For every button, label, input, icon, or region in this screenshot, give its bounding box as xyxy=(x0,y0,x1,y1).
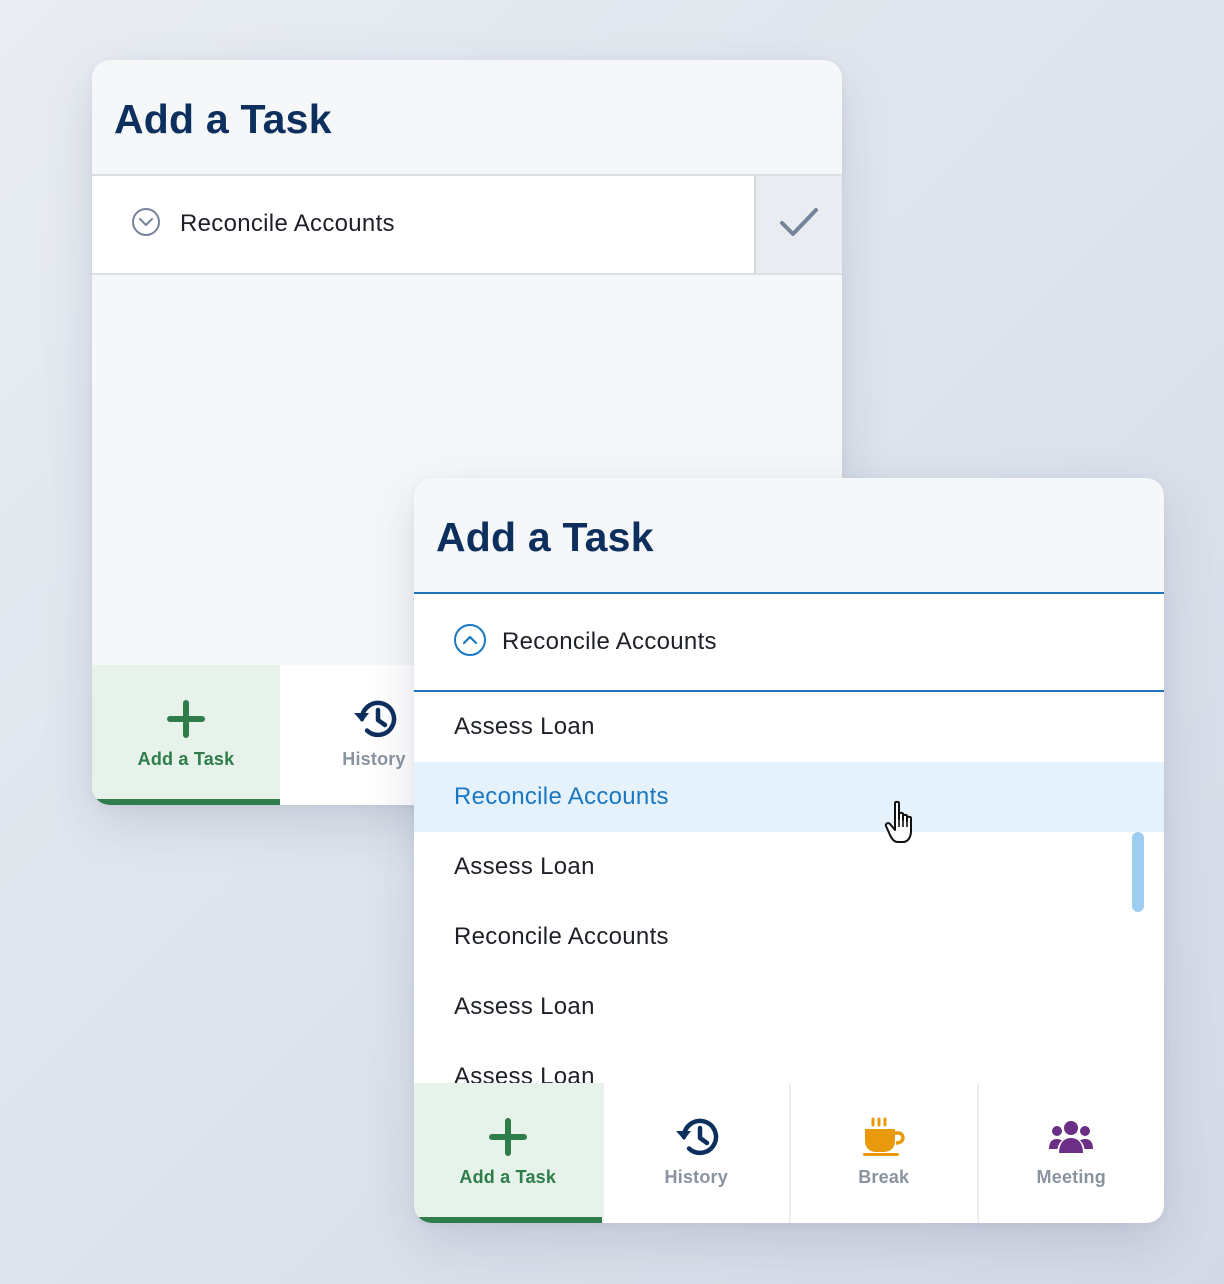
page-title: Add a Task xyxy=(436,514,654,560)
nav-history[interactable]: History xyxy=(601,1083,790,1223)
nav-label: History xyxy=(664,1167,728,1187)
option-item[interactable]: Assess Loan xyxy=(414,972,1164,1042)
task-select-value: Reconcile Accounts xyxy=(180,210,395,237)
option-item[interactable]: Assess Loan xyxy=(414,1042,1164,1083)
hand-pointer-cursor-icon xyxy=(884,800,922,853)
nav-label: History xyxy=(342,749,406,769)
plus-icon xyxy=(488,1117,527,1157)
bottom-nav: Add a Task History Break Meeting xyxy=(414,1083,1164,1223)
chevron-up-icon xyxy=(454,624,486,656)
confirm-button[interactable] xyxy=(754,176,842,273)
scrollbar-thumb[interactable] xyxy=(1132,832,1144,912)
nav-label: Add a Task xyxy=(137,749,235,769)
nav-label: Meeting xyxy=(1036,1167,1106,1187)
nav-add-task[interactable]: Add a Task xyxy=(92,665,280,805)
coffee-cup-icon xyxy=(862,1117,906,1157)
nav-break[interactable]: Break xyxy=(789,1083,977,1223)
task-select-value: Reconcile Accounts xyxy=(502,628,717,655)
people-group-icon xyxy=(1048,1117,1094,1157)
nav-add-task[interactable]: Add a Task xyxy=(414,1083,602,1223)
page-title: Add a Task xyxy=(114,96,332,142)
history-icon xyxy=(673,1117,719,1157)
task-select[interactable]: Reconcile Accounts xyxy=(92,174,842,275)
nav-meeting[interactable]: Meeting xyxy=(976,1083,1165,1223)
nav-label: Add a Task xyxy=(459,1167,557,1187)
option-item-highlighted[interactable]: Reconcile Accounts xyxy=(414,762,1164,832)
chevron-down-icon xyxy=(132,208,160,236)
check-icon xyxy=(779,206,819,243)
task-select[interactable]: Reconcile Accounts xyxy=(414,592,1164,692)
history-icon xyxy=(351,699,397,739)
option-item[interactable]: Assess Loan xyxy=(414,832,1164,902)
nav-label: Break xyxy=(858,1167,910,1187)
option-item[interactable]: Assess Loan xyxy=(414,692,1164,762)
task-options-list[interactable]: Assess Loan Reconcile Accounts Assess Lo… xyxy=(414,692,1164,1083)
task-panel-expanded: Add a Task Reconcile Accounts Assess Loa… xyxy=(414,478,1164,1223)
plus-icon xyxy=(167,699,205,739)
option-item[interactable]: Reconcile Accounts xyxy=(414,902,1164,972)
